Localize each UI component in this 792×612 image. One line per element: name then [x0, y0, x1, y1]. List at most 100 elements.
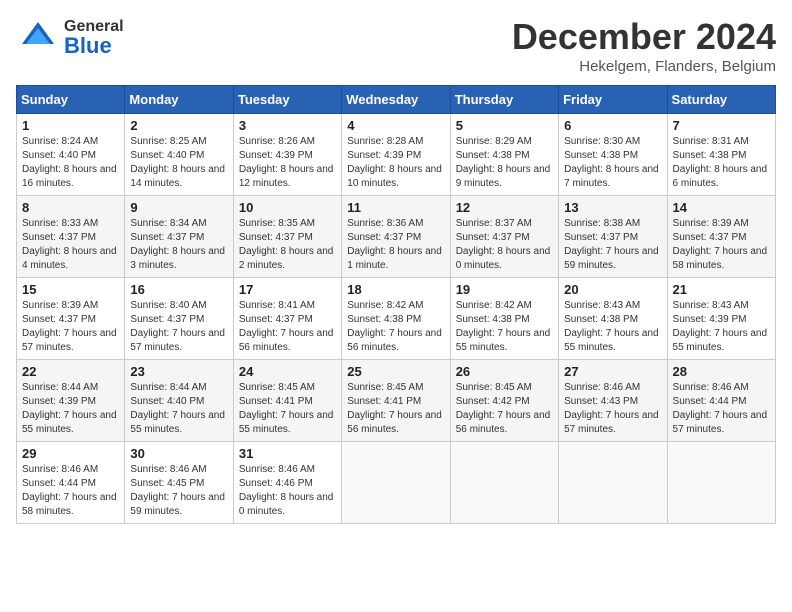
- day-info: Sunrise: 8:40 AMSunset: 4:37 PMDaylight:…: [130, 299, 227, 355]
- day-of-week-header: Monday: [125, 86, 233, 114]
- day-number: 16: [130, 282, 227, 297]
- day-info: Sunrise: 8:43 AMSunset: 4:39 PMDaylight:…: [673, 299, 770, 355]
- calendar-day-cell: 20 Sunrise: 8:43 AMSunset: 4:38 PMDayligh…: [559, 278, 667, 360]
- day-info: Sunrise: 8:45 AMSunset: 4:42 PMDaylight:…: [456, 381, 553, 437]
- day-info: Sunrise: 8:38 AMSunset: 4:37 PMDaylight:…: [564, 217, 661, 273]
- calendar-day-cell: 3 Sunrise: 8:26 AMSunset: 4:39 PMDaylight…: [233, 114, 341, 196]
- calendar-week-row: 1 Sunrise: 8:24 AMSunset: 4:40 PMDaylight…: [17, 114, 776, 196]
- day-number: 15: [22, 282, 119, 297]
- day-number: 7: [673, 118, 770, 133]
- page-header: General Blue December 2024 Hekelgem, Fla…: [16, 16, 776, 75]
- day-number: 23: [130, 364, 227, 379]
- calendar-day-cell: 1 Sunrise: 8:24 AMSunset: 4:40 PMDaylight…: [17, 114, 125, 196]
- calendar-day-cell: 25 Sunrise: 8:45 AMSunset: 4:41 PMDayligh…: [342, 360, 450, 442]
- day-number: 1: [22, 118, 119, 133]
- calendar-table: SundayMondayTuesdayWednesdayThursdayFrid…: [16, 85, 776, 524]
- logo-icon: [16, 16, 60, 60]
- calendar-day-cell: [667, 442, 775, 524]
- day-info: Sunrise: 8:46 AMSunset: 4:45 PMDaylight:…: [130, 463, 227, 519]
- day-number: 30: [130, 446, 227, 461]
- calendar-day-cell: 2 Sunrise: 8:25 AMSunset: 4:40 PMDaylight…: [125, 114, 233, 196]
- day-info: Sunrise: 8:39 AMSunset: 4:37 PMDaylight:…: [22, 299, 119, 355]
- calendar-day-cell: 24 Sunrise: 8:45 AMSunset: 4:41 PMDayligh…: [233, 360, 341, 442]
- calendar-day-cell: 22Sunrise: 8:44 AMSunset: 4:39 PMDayligh…: [17, 360, 125, 442]
- calendar-day-cell: [342, 442, 450, 524]
- day-info: Sunrise: 8:42 AMSunset: 4:38 PMDaylight:…: [347, 299, 444, 355]
- calendar-day-cell: 8Sunrise: 8:33 AMSunset: 4:37 PMDaylight…: [17, 196, 125, 278]
- calendar-day-cell: 7 Sunrise: 8:31 AMSunset: 4:38 PMDaylight…: [667, 114, 775, 196]
- day-number: 13: [564, 200, 661, 215]
- day-info: Sunrise: 8:45 AMSunset: 4:41 PMDaylight:…: [239, 381, 336, 437]
- calendar-day-cell: 18 Sunrise: 8:42 AMSunset: 4:38 PMDayligh…: [342, 278, 450, 360]
- calendar-week-row: 22Sunrise: 8:44 AMSunset: 4:39 PMDayligh…: [17, 360, 776, 442]
- calendar-week-row: 8Sunrise: 8:33 AMSunset: 4:37 PMDaylight…: [17, 196, 776, 278]
- calendar-day-cell: 9 Sunrise: 8:34 AMSunset: 4:37 PMDaylight…: [125, 196, 233, 278]
- day-info: Sunrise: 8:25 AMSunset: 4:40 PMDaylight:…: [130, 135, 227, 191]
- day-number: 8: [22, 200, 119, 215]
- day-number: 27: [564, 364, 661, 379]
- day-of-week-header: Sunday: [17, 86, 125, 114]
- logo: General Blue: [16, 16, 124, 60]
- day-of-week-header: Saturday: [667, 86, 775, 114]
- day-info: Sunrise: 8:35 AMSunset: 4:37 PMDaylight:…: [239, 217, 336, 273]
- day-number: 18: [347, 282, 444, 297]
- day-number: 9: [130, 200, 227, 215]
- day-number: 10: [239, 200, 336, 215]
- day-number: 24: [239, 364, 336, 379]
- day-number: 31: [239, 446, 336, 461]
- day-info: Sunrise: 8:37 AMSunset: 4:37 PMDaylight:…: [456, 217, 553, 273]
- day-info: Sunrise: 8:44 AMSunset: 4:39 PMDaylight:…: [22, 381, 119, 437]
- day-info: Sunrise: 8:41 AMSunset: 4:37 PMDaylight:…: [239, 299, 336, 355]
- day-number: 14: [673, 200, 770, 215]
- calendar-day-cell: 14 Sunrise: 8:39 AMSunset: 4:37 PMDayligh…: [667, 196, 775, 278]
- day-number: 26: [456, 364, 553, 379]
- calendar-day-cell: 17Sunrise: 8:41 AMSunset: 4:37 PMDayligh…: [233, 278, 341, 360]
- day-number: 2: [130, 118, 227, 133]
- day-info: Sunrise: 8:28 AMSunset: 4:39 PMDaylight:…: [347, 135, 444, 191]
- day-info: Sunrise: 8:29 AMSunset: 4:38 PMDaylight:…: [456, 135, 553, 191]
- day-number: 12: [456, 200, 553, 215]
- day-info: Sunrise: 8:46 AMSunset: 4:44 PMDaylight:…: [673, 381, 770, 437]
- day-info: Sunrise: 8:46 AMSunset: 4:44 PMDaylight:…: [22, 463, 119, 519]
- calendar-header-row: SundayMondayTuesdayWednesdayThursdayFrid…: [17, 86, 776, 114]
- calendar-day-cell: 19Sunrise: 8:42 AMSunset: 4:38 PMDayligh…: [450, 278, 558, 360]
- calendar-day-cell: 30 Sunrise: 8:46 AMSunset: 4:45 PMDayligh…: [125, 442, 233, 524]
- day-number: 3: [239, 118, 336, 133]
- calendar-day-cell: 6Sunrise: 8:30 AMSunset: 4:38 PMDaylight…: [559, 114, 667, 196]
- day-info: Sunrise: 8:26 AMSunset: 4:39 PMDaylight:…: [239, 135, 336, 191]
- calendar-week-row: 15 Sunrise: 8:39 AMSunset: 4:37 PMDayligh…: [17, 278, 776, 360]
- calendar-day-cell: 26 Sunrise: 8:45 AMSunset: 4:42 PMDayligh…: [450, 360, 558, 442]
- calendar-day-cell: 21Sunrise: 8:43 AMSunset: 4:39 PMDayligh…: [667, 278, 775, 360]
- day-of-week-header: Tuesday: [233, 86, 341, 114]
- day-number: 20: [564, 282, 661, 297]
- day-number: 5: [456, 118, 553, 133]
- day-info: Sunrise: 8:44 AMSunset: 4:40 PMDaylight:…: [130, 381, 227, 437]
- calendar-week-row: 29Sunrise: 8:46 AMSunset: 4:44 PMDayligh…: [17, 442, 776, 524]
- calendar-day-cell: 23 Sunrise: 8:44 AMSunset: 4:40 PMDayligh…: [125, 360, 233, 442]
- day-info: Sunrise: 8:42 AMSunset: 4:38 PMDaylight:…: [456, 299, 553, 355]
- title-area: December 2024 Hekelgem, Flanders, Belgiu…: [512, 16, 776, 75]
- day-of-week-header: Thursday: [450, 86, 558, 114]
- calendar-day-cell: [450, 442, 558, 524]
- calendar-day-cell: 15 Sunrise: 8:39 AMSunset: 4:37 PMDayligh…: [17, 278, 125, 360]
- day-info: Sunrise: 8:43 AMSunset: 4:38 PMDaylight:…: [564, 299, 661, 355]
- calendar-day-cell: 5 Sunrise: 8:29 AMSunset: 4:38 PMDaylight…: [450, 114, 558, 196]
- day-info: Sunrise: 8:39 AMSunset: 4:37 PMDaylight:…: [673, 217, 770, 273]
- calendar-day-cell: 29Sunrise: 8:46 AMSunset: 4:44 PMDayligh…: [17, 442, 125, 524]
- day-number: 11: [347, 200, 444, 215]
- day-info: Sunrise: 8:30 AMSunset: 4:38 PMDaylight:…: [564, 135, 661, 191]
- month-title: December 2024: [512, 16, 776, 58]
- day-info: Sunrise: 8:34 AMSunset: 4:37 PMDaylight:…: [130, 217, 227, 273]
- calendar-day-cell: 13 Sunrise: 8:38 AMSunset: 4:37 PMDayligh…: [559, 196, 667, 278]
- day-info: Sunrise: 8:46 AMSunset: 4:46 PMDaylight:…: [239, 463, 336, 519]
- calendar-day-cell: 12 Sunrise: 8:37 AMSunset: 4:37 PMDayligh…: [450, 196, 558, 278]
- day-number: 25: [347, 364, 444, 379]
- calendar-day-cell: 11Sunrise: 8:36 AMSunset: 4:37 PMDayligh…: [342, 196, 450, 278]
- logo-text: General Blue: [64, 19, 124, 57]
- day-info: Sunrise: 8:24 AMSunset: 4:40 PMDaylight:…: [22, 135, 119, 191]
- calendar-day-cell: 16 Sunrise: 8:40 AMSunset: 4:37 PMDayligh…: [125, 278, 233, 360]
- day-info: Sunrise: 8:31 AMSunset: 4:38 PMDaylight:…: [673, 135, 770, 191]
- calendar-day-cell: [559, 442, 667, 524]
- day-of-week-header: Wednesday: [342, 86, 450, 114]
- day-info: Sunrise: 8:45 AMSunset: 4:41 PMDaylight:…: [347, 381, 444, 437]
